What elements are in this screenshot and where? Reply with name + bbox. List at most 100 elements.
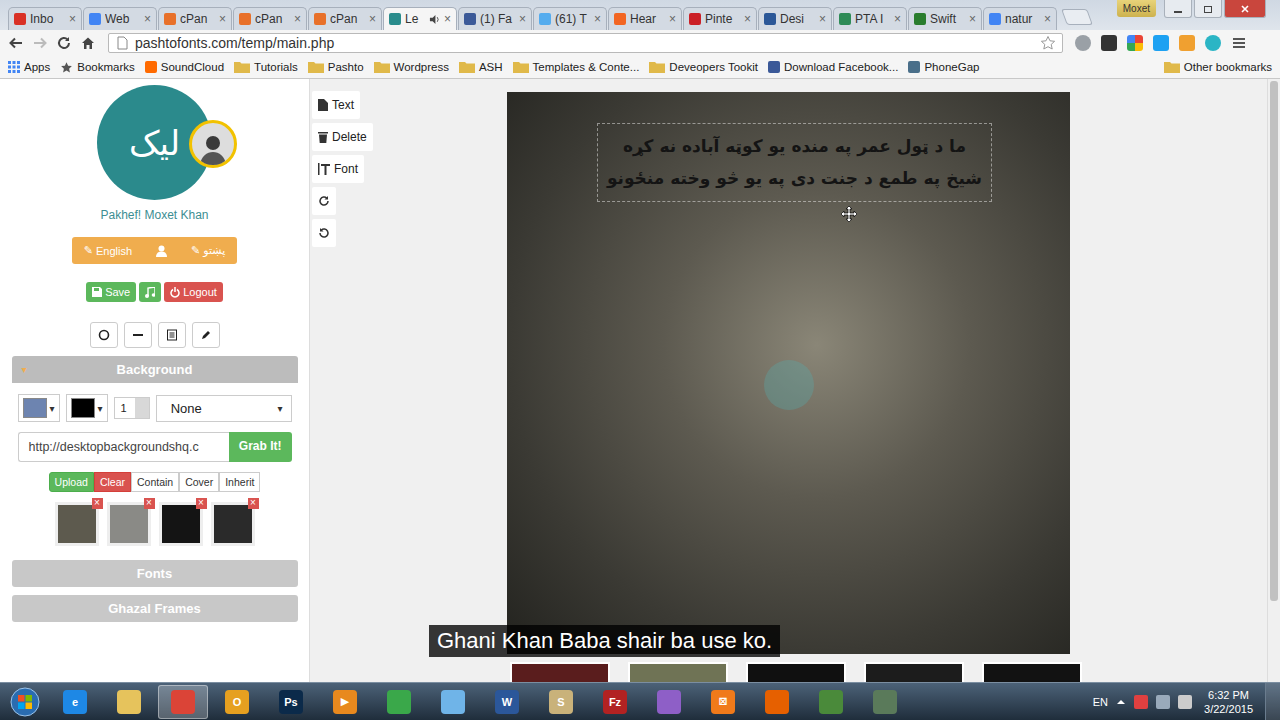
browser-tab[interactable]: (61) T × [533,7,607,30]
extension-icon[interactable] [1075,35,1091,51]
list-tool[interactable] [158,322,186,348]
star-icon[interactable] [1040,35,1056,51]
background-option-button[interactable]: Inherit [219,472,260,492]
accordion-header[interactable]: ▾ Background [12,356,298,383]
taskbar-app[interactable] [374,685,424,719]
bookmark[interactable]: Pashto [308,61,364,73]
taskbar-app[interactable]: e [50,685,100,719]
browser-tab[interactable]: PTA I × [833,7,907,30]
font-tool-button[interactable]: Font [312,155,364,183]
browser-tab[interactable]: Desi × [758,7,832,30]
width-input[interactable]: 1 [114,397,150,419]
taskbar-app[interactable]: ⊠ [698,685,748,719]
language-indicator[interactable]: EN [1093,696,1108,708]
tab-close-button[interactable]: × [144,12,151,26]
close-window-button[interactable] [1224,0,1266,18]
bookmark[interactable]: SoundCloud [145,61,224,73]
taskbar-app[interactable]: W [482,685,532,719]
browser-tab[interactable]: natur × [983,7,1057,30]
circle-tool[interactable] [90,322,118,348]
browser-tab[interactable]: (1) Fa × [458,7,532,30]
tab-close-button[interactable]: × [894,12,901,26]
extension-icon[interactable] [1101,35,1117,51]
text-tool-button[interactable]: Text [312,91,360,119]
text-object[interactable]: ما د ټول عمر په منده یو کوټه آباده نه کړ… [597,123,992,202]
remove-button[interactable]: × [196,498,207,509]
back-icon[interactable] [8,35,24,51]
extension-icon[interactable] [1205,35,1221,51]
save-button[interactable]: Save [86,282,136,302]
browser-tab[interactable]: Web × [83,7,157,30]
home-icon[interactable] [80,35,96,51]
remove-button[interactable]: × [92,498,103,509]
taskbar-app[interactable] [860,685,910,719]
bookmark[interactable]: PhoneGap [908,61,979,73]
remove-button[interactable]: × [144,498,155,509]
tab-close-button[interactable]: × [219,12,226,26]
tab-close-button[interactable]: × [969,12,976,26]
taskbar-app[interactable] [428,685,478,719]
new-tab-button[interactable] [1061,9,1093,25]
line-tool[interactable] [124,322,152,348]
rotate-cw-tool-button[interactable] [312,187,336,215]
background-option-button[interactable]: Cover [179,472,219,492]
bookmark[interactable]: Bookmarks [60,61,135,74]
extension-icon[interactable] [1127,35,1143,51]
tab-close-button[interactable]: × [69,12,76,26]
profile-button[interactable]: Moxet [1117,0,1156,17]
taskbar-app[interactable] [158,685,208,719]
tab-close-button[interactable]: × [369,12,376,26]
show-desktop-button[interactable] [1265,683,1280,720]
gallery-thumbnail[interactable] [510,662,610,682]
background-thumbnail[interactable]: × [159,502,203,546]
bookmark[interactable]: Tutorials [234,61,298,73]
background-option-button[interactable]: Contain [131,472,179,492]
taskbar-app[interactable]: Ps [266,685,316,719]
pencil-tool[interactable] [192,322,220,348]
browser-tab[interactable]: Pinte × [683,7,757,30]
color-picker[interactable]: ▾ [66,394,108,422]
clock[interactable]: 6:32 PM3/22/2015 [1200,688,1257,716]
language-button[interactable]: ✎English [72,237,144,264]
scrollbar[interactable] [1267,79,1280,682]
tray-icon[interactable] [1134,695,1148,709]
gallery-thumbnail[interactable] [864,662,964,682]
address-bar[interactable]: pashtofonts.com/temp/main.php [108,33,1063,53]
bookmark[interactable]: Templates & Conte... [513,61,640,73]
taskbar-app[interactable] [644,685,694,719]
browser-tab[interactable]: Swift × [908,7,982,30]
grab-button[interactable]: Grab It! [229,432,292,462]
gallery-thumbnail[interactable] [982,662,1082,682]
tab-close-button[interactable]: × [444,12,451,26]
bookmark[interactable]: ASH [459,61,503,73]
accordion-header[interactable]: Fonts [12,560,298,587]
taskbar-app[interactable]: Fz [590,685,640,719]
taskbar-app[interactable]: S [536,685,586,719]
tray-arrow-icon[interactable] [1116,697,1126,707]
background-option-button[interactable]: Clear [94,472,131,492]
accordion-header[interactable]: Ghazal Frames [12,595,298,622]
start-button[interactable] [0,687,50,717]
language-button[interactable]: ✎پښتو [179,237,237,264]
extension-icon[interactable] [1153,35,1169,51]
browser-tab[interactable]: Le × [383,7,457,30]
tab-close-button[interactable]: × [1044,12,1051,26]
url-input[interactable]: http://desktopbackgroundshq.c [18,432,229,462]
minimize-button[interactable] [1164,0,1192,18]
bookmark[interactable]: Wordpress [374,61,449,73]
bookmark[interactable]: Download Facebook... [768,61,898,73]
maximize-button[interactable] [1194,0,1222,18]
delete-tool-button[interactable]: Delete [312,123,373,151]
volume-icon[interactable] [1178,695,1192,709]
taskbar-app[interactable] [104,685,154,719]
background-option-button[interactable]: Upload [49,472,94,492]
tab-close-button[interactable]: × [669,12,676,26]
tab-close-button[interactable]: × [744,12,751,26]
browser-tab[interactable]: cPan × [308,7,382,30]
design-canvas[interactable]: ما د ټول عمر په منده یو کوټه آباده نه کړ… [507,92,1070,654]
taskbar-app[interactable] [806,685,856,719]
taskbar-app[interactable]: ▶ [320,685,370,719]
other-bookmarks[interactable]: Other bookmarks [1164,61,1272,73]
remove-button[interactable]: × [248,498,259,509]
menu-icon[interactable] [1231,35,1247,51]
